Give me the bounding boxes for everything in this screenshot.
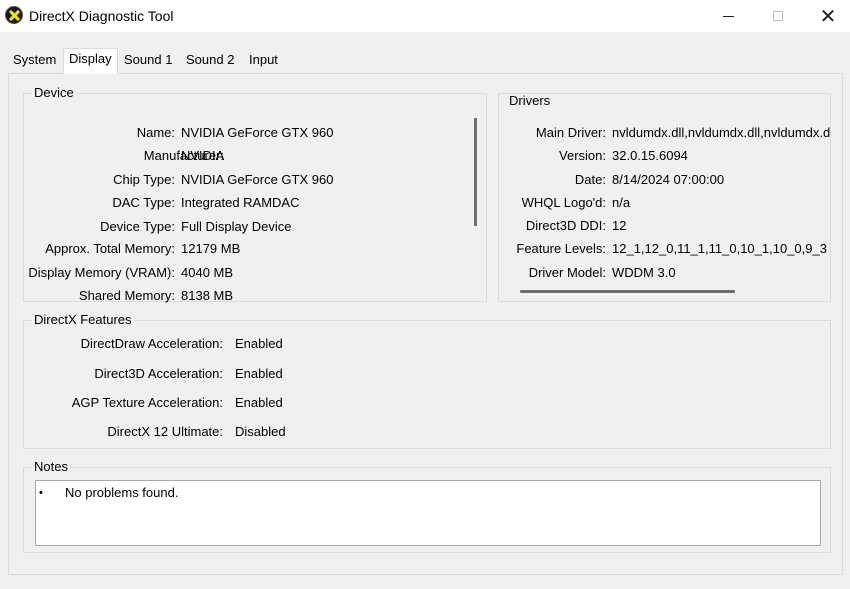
title-bar: DirectX Diagnostic Tool ✕ [0,0,850,32]
feature-label: Direct3D Acceleration: [94,366,223,381]
device-row: DAC Type: [0,194,175,212]
tab-sound-1[interactable]: Sound 1 [119,52,177,72]
driver-row: Version: [498,147,606,165]
driver-label: Feature Levels: [516,241,606,256]
device-value: 12179 MB [181,241,241,256]
driver-value: 8/14/2024 07:00:00 [612,172,725,187]
device-label: Approx. Total Memory: [45,241,175,256]
driver-row: Date: [498,171,606,189]
driver-value: WDDM 3.0 [612,265,676,280]
directx-icon [5,6,23,24]
device-row: Display Memory (VRAM): [0,264,175,282]
device-value: 8138 MB [181,288,234,303]
feature-row: AGP Texture Acceleration: [0,394,223,412]
driver-label: Direct3D DDI: [525,218,606,233]
notes-title: Notes [32,459,70,475]
window-title: DirectX Diagnostic Tool [29,8,174,24]
close-button[interactable]: ✕ [805,0,850,32]
device-value: NVIDIA [181,148,225,163]
driver-row: WHQL Logo'd: [498,194,606,212]
feature-row: DirectX 12 Ultimate: [0,423,223,441]
driver-row: Direct3D DDI: [498,217,606,235]
tab-system[interactable]: System [8,52,61,72]
tab-display[interactable]: Display [63,48,118,74]
device-label: Shared Memory: [78,288,175,303]
driver-value: 12_1,12_0,11_1,11_0,10_1,10_0,9_3 [612,241,827,256]
close-icon: ✕ [819,5,837,28]
feature-value: Enabled [235,395,283,410]
note-bullet-icon: • [39,487,43,499]
driver-value: 12 [612,218,627,233]
driver-row: Feature Levels: [498,240,606,258]
feature-row: Direct3D Acceleration: [0,365,223,383]
device-label: Device Type: [100,219,175,234]
feature-row: DirectDraw Acceleration: [0,335,223,353]
feature-label: AGP Texture Acceleration: [71,395,223,410]
device-row: Chip Type: [0,171,175,189]
device-row: Approx. Total Memory: [0,240,175,258]
notes-textbox[interactable]: • No problems found. [35,480,821,546]
device-value: NVIDIA GeForce GTX 960 [181,172,334,187]
device-value: Integrated RAMDAC [181,195,300,210]
device-row: Device Type: [0,218,175,236]
drivers-horizontal-scrollbar[interactable] [520,290,735,293]
device-group-title: Device [32,85,76,101]
device-vertical-scrollbar[interactable] [474,118,477,226]
minimize-button[interactable] [705,0,751,32]
directx-features-title: DirectX Features [32,312,134,328]
tab-input[interactable]: Input [244,52,283,72]
device-label: Chip Type: [113,172,175,187]
driver-value: n/a [612,195,631,210]
maximize-icon [773,11,783,21]
device-value: NVIDIA GeForce GTX 960 [181,125,334,140]
driver-label: Main Driver: [535,125,606,140]
device-value: 4040 MB [181,265,234,280]
device-label: Name: [136,125,175,140]
driver-row: Driver Model: [498,264,606,282]
minimize-icon [722,15,734,17]
driver-value: nvldumdx.dll,nvldumdx.dll,nvldumdx.d [612,125,831,140]
driver-label: Driver Model: [528,265,606,280]
driver-row: Main Driver: [498,124,606,142]
driver-value: 32.0.15.6094 [612,148,688,163]
tab-sound-2[interactable]: Sound 2 [181,52,239,72]
feature-label: DirectX 12 Ultimate: [107,424,223,439]
drivers-list: Main Driver: nvldumdx.dll,nvldumdx.dll,n… [498,93,831,302]
device-label: Display Memory (VRAM): [28,265,175,280]
device-label: DAC Type: [112,195,175,210]
feature-value: Enabled [235,366,283,381]
feature-value: Disabled [235,424,286,439]
feature-value: Enabled [235,336,283,351]
driver-label: WHQL Logo'd: [521,195,606,210]
feature-label: DirectDraw Acceleration: [80,336,223,351]
maximize-button[interactable] [755,0,801,32]
driver-label: Version: [559,148,606,163]
device-value: Full Display Device [181,219,292,234]
device-row: Name: [0,124,175,142]
device-row: Shared Memory: [0,287,175,305]
driver-label: Date: [574,172,606,187]
note-text: No problems found. [65,485,179,500]
